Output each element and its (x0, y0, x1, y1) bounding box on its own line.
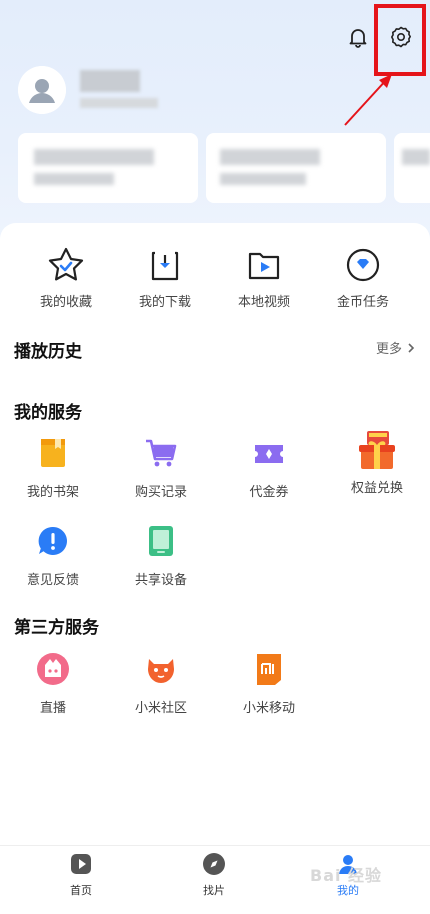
service-shared-devices[interactable]: 共享设备 (121, 523, 201, 588)
live-icon (35, 651, 71, 687)
tablet-icon (143, 523, 179, 559)
membership-card-2[interactable] (206, 133, 386, 203)
quick-local-videos[interactable]: 本地视频 (224, 245, 304, 310)
service-label: 小米移动 (242, 701, 295, 716)
folder-play-icon (244, 245, 284, 285)
quick-label: 金币任务 (336, 295, 389, 310)
quick-label: 我的收藏 (39, 295, 92, 310)
download-icon (145, 245, 185, 285)
third-party-live[interactable]: 直播 (13, 651, 93, 716)
third-party-title: 第三方服务 (14, 618, 99, 638)
service-label: 小米社区 (134, 701, 187, 716)
service-label: 权益兑换 (350, 481, 403, 496)
watermark: Bai 经验 (310, 866, 383, 885)
user-id-redacted (80, 98, 158, 108)
tab-label: 找片 (203, 884, 225, 897)
history-title: 播放历史 (14, 342, 82, 362)
services-title: 我的服务 (14, 403, 82, 423)
username-redacted (80, 70, 140, 92)
service-label: 意见反馈 (26, 573, 79, 588)
quick-label: 我的下载 (138, 295, 191, 310)
tab-home[interactable]: 首页 (41, 852, 121, 898)
membership-card-1[interactable] (18, 133, 198, 203)
service-label: 代金券 (249, 485, 289, 500)
shopping-cart-icon (143, 435, 179, 471)
third-party-mi-community[interactable]: 小米社区 (121, 651, 201, 716)
membership-card-3[interactable] (394, 133, 430, 203)
service-label: 购买记录 (134, 485, 187, 500)
quick-label: 本地视频 (237, 295, 290, 310)
tab-discover[interactable]: 找片 (174, 852, 254, 898)
history-more-link[interactable]: 更多 (376, 338, 416, 357)
service-feedback[interactable]: 意见反馈 (13, 523, 93, 588)
service-label: 直播 (39, 701, 66, 716)
service-bookshelf[interactable]: 我的书架 (13, 435, 93, 500)
avatar[interactable] (18, 66, 66, 114)
tab-label: 首页 (70, 884, 92, 897)
feedback-icon (35, 523, 71, 559)
chevron-right-icon (408, 342, 415, 353)
service-rights-exchange[interactable]: 权益兑换 (337, 431, 417, 496)
quick-downloads[interactable]: 我的下载 (125, 245, 205, 310)
third-party-mi-mobile[interactable]: 小米移动 (229, 651, 309, 716)
bookshelf-icon (35, 435, 71, 471)
service-purchases[interactable]: 购买记录 (121, 435, 201, 500)
coupon-icon (251, 435, 287, 471)
compass-icon (202, 852, 226, 876)
play-square-icon (69, 852, 93, 876)
quick-coin-tasks[interactable]: 金币任务 (323, 245, 403, 310)
annotation-arrow (344, 74, 392, 126)
service-label: 我的书架 (26, 485, 79, 500)
gift-box-icon (355, 429, 399, 473)
service-label: 共享设备 (134, 573, 187, 588)
quick-favorites[interactable]: 我的收藏 (26, 245, 106, 310)
coin-diamond-icon (343, 245, 383, 285)
mi-mobile-icon (251, 651, 287, 687)
more-label: 更多 (375, 342, 402, 357)
mi-community-icon (143, 651, 179, 687)
star-icon (46, 245, 86, 285)
service-coupons[interactable]: 代金券 (229, 435, 309, 500)
